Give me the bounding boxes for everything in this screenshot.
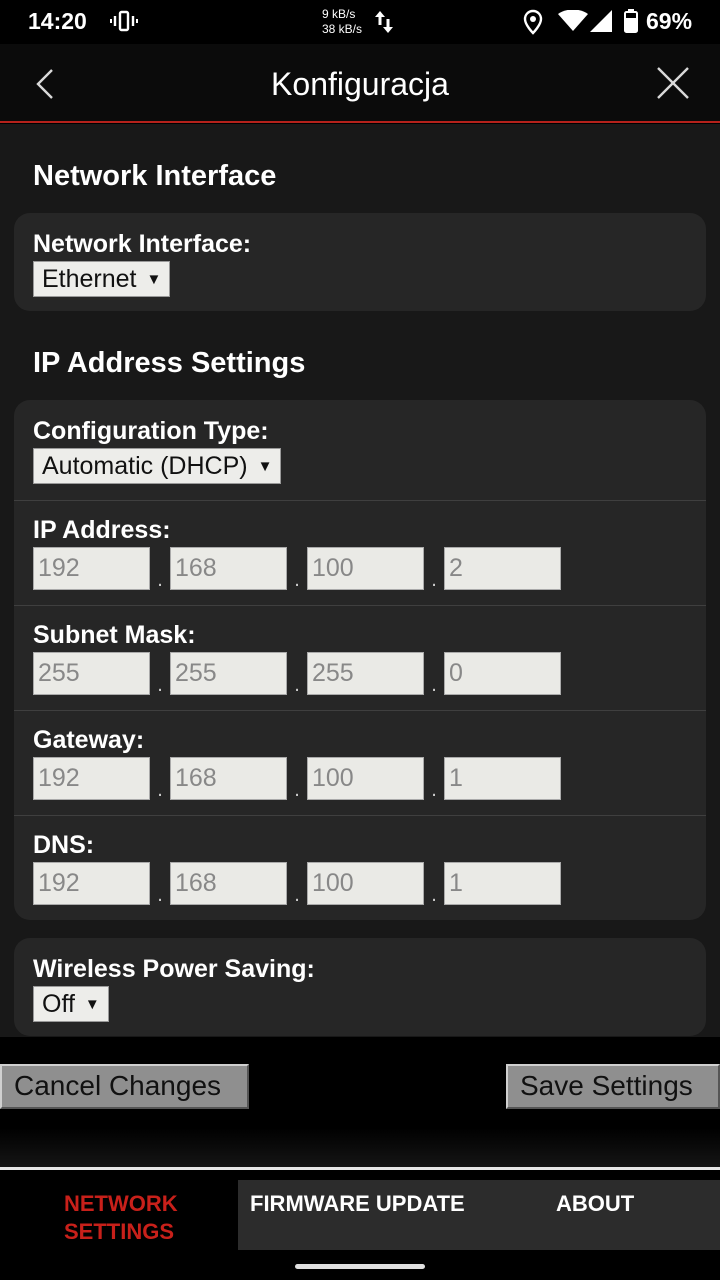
network-speed: 9 kB/s 38 kB/s — [322, 7, 362, 37]
octet-separator: . — [157, 779, 163, 801]
gateway-octet-4[interactable]: 1 — [444, 757, 561, 800]
settings-content[interactable]: Network Interface Network Interface: Eth… — [0, 124, 720, 1037]
gateway-row: Gateway: 192 . 168 . 100 . 1 — [14, 710, 706, 815]
cell-signal-icon — [590, 10, 612, 32]
wireless-power-saving-label: Wireless Power Saving: — [33, 955, 315, 983]
save-settings-button[interactable]: Save Settings — [506, 1064, 720, 1109]
ip-address-octet-3[interactable]: 100 — [307, 547, 424, 590]
section-title-ip-settings: IP Address Settings — [33, 347, 306, 379]
gateway-octet-1[interactable]: 192 — [33, 757, 150, 800]
octet-separator: . — [157, 674, 163, 696]
octet-separator: . — [157, 569, 163, 591]
vibrate-icon — [110, 10, 138, 32]
battery-percent: 69% — [646, 8, 693, 34]
tab-network-settings[interactable]: NETWORK SETTINGS — [0, 1180, 238, 1250]
dns-octet-4[interactable]: 1 — [444, 862, 561, 905]
octet-separator: . — [294, 674, 300, 696]
subnet-mask-fields: 255 . 255 . 255 . 0 — [33, 652, 706, 695]
ip-address-row: IP Address: 192 . 168 . 100 . 2 — [14, 500, 706, 605]
subnet-mask-octet-1[interactable]: 255 — [33, 652, 150, 695]
network-interface-select[interactable]: Ethernet ▼ — [33, 261, 171, 297]
gateway-fields: 192 . 168 . 100 . 1 — [33, 757, 706, 800]
cancel-changes-button[interactable]: Cancel Changes — [0, 1064, 249, 1109]
octet-separator: . — [294, 569, 300, 591]
config-type-row: Configuration Type: Automatic (DHCP) ▼ — [14, 400, 706, 500]
gateway-label: Gateway: — [33, 726, 145, 754]
dns-fields: 192 . 168 . 100 . 1 — [33, 862, 706, 905]
network-interface-card: Network Interface: Ethernet ▼ — [14, 213, 706, 311]
dropdown-arrow-icon: ▼ — [146, 270, 162, 288]
subnet-mask-octet-4[interactable]: 0 — [444, 652, 561, 695]
octet-separator: . — [157, 884, 163, 906]
network-speed-down: 38 kB/s — [322, 22, 363, 36]
page-title: Konfiguracja — [271, 66, 449, 102]
config-type-label: Configuration Type: — [33, 417, 269, 445]
section-title-network-interface: Network Interface — [33, 160, 277, 192]
network-interface-label: Network Interface: — [33, 230, 252, 258]
config-type-select[interactable]: Automatic (DHCP) ▼ — [33, 448, 282, 484]
octet-separator: . — [431, 569, 437, 591]
home-gesture-handle[interactable] — [295, 1264, 425, 1269]
wireless-power-saving-value: Off — [42, 989, 75, 1018]
config-type-value: Automatic (DHCP) — [42, 451, 248, 480]
battery-icon — [624, 9, 638, 33]
dns-row: DNS: 192 . 168 . 100 . 1 — [14, 815, 706, 920]
action-bar: Cancel Changes Save Settings — [0, 1037, 720, 1167]
ip-address-fields: 192 . 168 . 100 . 2 — [33, 547, 706, 590]
subnet-mask-row: Subnet Mask: 255 . 255 . 255 . 0 — [14, 605, 706, 710]
network-interface-value: Ethernet — [42, 264, 137, 293]
dns-octet-3[interactable]: 100 — [307, 862, 424, 905]
dropdown-arrow-icon: ▼ — [257, 457, 273, 475]
tab-about[interactable]: ABOUT — [556, 1182, 634, 1250]
tab-firmware-update[interactable]: FIRMWARE UPDATE — [250, 1182, 465, 1250]
gateway-octet-2[interactable]: 168 — [170, 757, 287, 800]
dropdown-arrow-icon: ▼ — [84, 995, 100, 1013]
octet-separator: . — [431, 884, 437, 906]
dns-octet-2[interactable]: 168 — [170, 862, 287, 905]
gateway-octet-3[interactable]: 100 — [307, 757, 424, 800]
status-time: 14:20 — [28, 8, 87, 34]
tab-network-settings-label-2: SETTINGS — [64, 1219, 175, 1244]
wireless-power-saving-card: Wireless Power Saving: Off ▼ — [14, 938, 706, 1036]
network-interface-row: Network Interface: Ethernet ▼ — [14, 213, 706, 297]
octet-separator: . — [294, 884, 300, 906]
tab-network-settings-label-1: NETWORK — [64, 1191, 178, 1216]
bottom-tab-bar: NETWORK SETTINGS FIRMWARE UPDATE ABOUT — [0, 1170, 720, 1250]
subnet-mask-octet-3[interactable]: 255 — [307, 652, 424, 695]
wireless-power-saving-select[interactable]: Off ▼ — [33, 986, 109, 1022]
octet-separator: . — [431, 779, 437, 801]
dns-label: DNS: — [33, 831, 95, 859]
octet-separator: . — [431, 674, 437, 696]
data-arrows-icon — [375, 11, 393, 33]
octet-separator: . — [294, 779, 300, 801]
subnet-mask-octet-2[interactable]: 255 — [170, 652, 287, 695]
ip-settings-card: Configuration Type: Automatic (DHCP) ▼ I… — [14, 400, 706, 920]
dns-octet-1[interactable]: 192 — [33, 862, 150, 905]
close-icon[interactable] — [654, 64, 692, 102]
ip-address-octet-4[interactable]: 2 — [444, 547, 561, 590]
location-icon — [523, 9, 543, 35]
app-bar: Konfiguracja — [0, 44, 720, 123]
system-nav-bar — [0, 1250, 720, 1280]
network-speed-up: 9 kB/s — [322, 7, 356, 21]
wireless-power-saving-row: Wireless Power Saving: Off ▼ — [14, 938, 706, 1022]
status-bar: 14:20 9 kB/s 38 kB/s 69% — [0, 0, 720, 44]
wifi-icon — [558, 10, 588, 31]
ip-address-label: IP Address: — [33, 516, 171, 544]
ip-address-octet-2[interactable]: 168 — [170, 547, 287, 590]
ip-address-octet-1[interactable]: 192 — [33, 547, 150, 590]
subnet-mask-label: Subnet Mask: — [33, 621, 196, 649]
